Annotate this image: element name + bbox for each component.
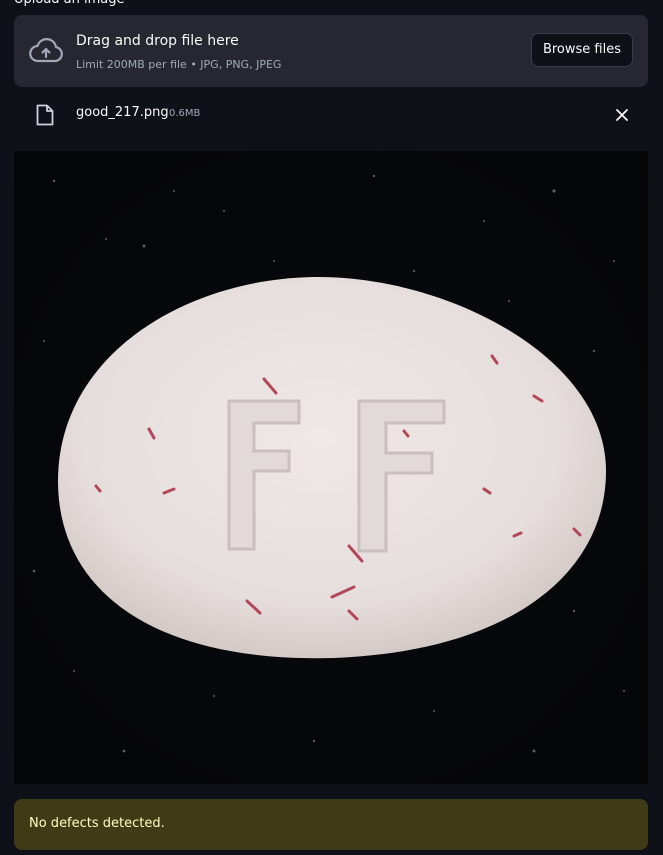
file-size: 0.6MB (169, 108, 201, 119)
file-dropzone[interactable]: Drag and drop file here Limit 200MB per … (14, 15, 648, 87)
close-icon[interactable] (610, 103, 634, 127)
dropzone-title: Drag and drop file here (76, 33, 239, 49)
browse-files-button[interactable]: Browse files (530, 33, 633, 67)
pill-photo (14, 151, 648, 784)
uploaded-image-preview (14, 151, 648, 784)
result-alert: No defects detected. (14, 799, 648, 850)
dropzone-hint: Limit 200MB per file • JPG, PNG, JPEG (76, 58, 282, 71)
file-icon (36, 104, 54, 126)
result-message: No defects detected. (29, 816, 165, 831)
file-name: good_217.png (76, 105, 169, 120)
cloud-upload-icon (29, 38, 63, 63)
uploaded-file-row: good_217.png 0.6MB (14, 97, 648, 133)
uploader-label: Upload an image (14, 0, 125, 8)
